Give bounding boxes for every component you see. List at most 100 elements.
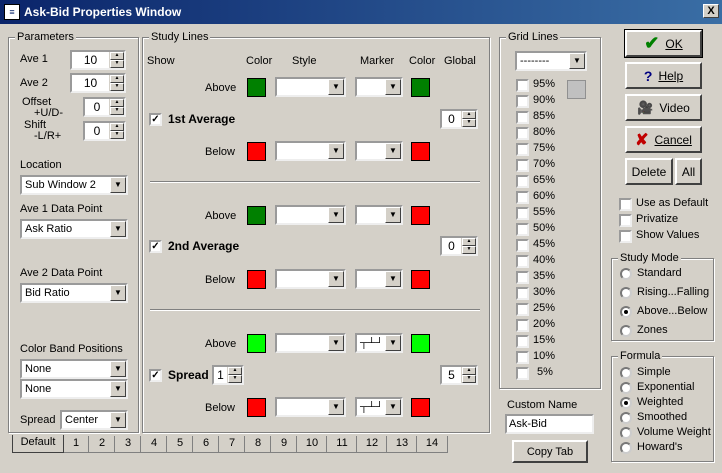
custom-name-input[interactable]: Ask-Bid xyxy=(505,414,594,434)
spin-up-icon[interactable]: ▲ xyxy=(462,367,476,375)
grid-level-checkbox[interactable] xyxy=(516,255,529,268)
grid-level-checkbox[interactable] xyxy=(516,95,529,108)
grid-level-checkbox[interactable] xyxy=(516,335,529,348)
above-marker-select[interactable]: ┬┴┘ ▼ xyxy=(355,333,403,353)
chevron-down-icon[interactable]: ▼ xyxy=(328,399,344,415)
tab-6[interactable]: 6 xyxy=(192,436,220,453)
color-band-select-2[interactable]: None ▼ xyxy=(20,379,128,399)
tab-10[interactable]: 10 xyxy=(296,436,328,453)
above-color2-swatch[interactable] xyxy=(411,334,430,353)
chevron-down-icon[interactable]: ▼ xyxy=(328,271,344,287)
all-button[interactable]: All xyxy=(675,158,702,185)
tab-12[interactable]: 12 xyxy=(356,436,388,453)
tab-5[interactable]: 5 xyxy=(166,436,194,453)
below-color-swatch[interactable] xyxy=(247,270,266,289)
spread-spinner[interactable]: 1 ▲ ▼ xyxy=(212,365,244,385)
tab-1[interactable]: 1 xyxy=(62,436,90,453)
spin-down-icon[interactable]: ▼ xyxy=(462,119,476,127)
tab-8[interactable]: 8 xyxy=(244,436,272,453)
below-color2-swatch[interactable] xyxy=(411,270,430,289)
ave1-datapoint-select[interactable]: Ask Ratio ▼ xyxy=(20,219,128,239)
grid-level-checkbox[interactable] xyxy=(516,271,529,284)
above-color-swatch[interactable] xyxy=(247,78,266,97)
grid-level-checkbox[interactable] xyxy=(516,175,529,188)
spread-select[interactable]: Center ▼ xyxy=(60,410,128,430)
grid-level-checkbox[interactable] xyxy=(516,191,529,204)
below-marker-select[interactable]: ┬┴┘ ▼ xyxy=(355,397,403,417)
location-select[interactable]: Sub Window 2 ▼ xyxy=(20,175,128,195)
above-color-swatch[interactable] xyxy=(247,206,266,225)
grid-level-checkbox[interactable] xyxy=(516,159,529,172)
below-style-select[interactable]: ▼ xyxy=(275,397,346,417)
study-mode-radio[interactable] xyxy=(620,287,632,299)
grid-level-checkbox[interactable] xyxy=(516,287,529,300)
show-2nd-average-checkbox[interactable]: ✓ xyxy=(149,240,162,253)
grid-level-checkbox[interactable] xyxy=(516,303,529,316)
grid-level-checkbox[interactable] xyxy=(516,207,529,220)
chevron-down-icon[interactable]: ▼ xyxy=(110,177,126,193)
tab-7[interactable]: 7 xyxy=(218,436,246,453)
grid-level-checkbox[interactable] xyxy=(516,127,529,140)
study-mode-radio[interactable] xyxy=(620,325,632,337)
chevron-down-icon[interactable]: ▼ xyxy=(110,221,126,237)
spin-down-icon[interactable]: ▼ xyxy=(462,246,476,254)
cancel-button[interactable]: ✘ Cancel xyxy=(625,126,702,153)
below-style-select[interactable]: ▼ xyxy=(275,269,346,289)
above-marker-select[interactable]: ▼ xyxy=(355,77,403,97)
above-color2-swatch[interactable] xyxy=(411,78,430,97)
spin-down-icon[interactable]: ▼ xyxy=(110,131,124,139)
grid-level-checkbox[interactable] xyxy=(516,239,529,252)
formula-radio[interactable] xyxy=(620,397,632,409)
spin-down-icon[interactable]: ▼ xyxy=(228,375,242,383)
spin-down-icon[interactable]: ▼ xyxy=(110,107,124,115)
tab-9[interactable]: 9 xyxy=(270,436,298,453)
grid-level-checkbox[interactable] xyxy=(516,111,529,124)
grid-style-select[interactable]: -------- ▼ xyxy=(515,51,587,71)
above-color2-swatch[interactable] xyxy=(411,206,430,225)
chevron-down-icon[interactable]: ▼ xyxy=(385,143,401,159)
tab-4[interactable]: 4 xyxy=(140,436,168,453)
tab-14[interactable]: 14 xyxy=(416,436,448,453)
below-color2-swatch[interactable] xyxy=(411,398,430,417)
below-style-select[interactable]: ▼ xyxy=(275,141,346,161)
above-style-select[interactable]: ▼ xyxy=(275,77,346,97)
offset-spinner[interactable]: 0 ▲ ▼ xyxy=(83,97,126,117)
chevron-down-icon[interactable]: ▼ xyxy=(385,335,401,351)
above-style-select[interactable]: ▼ xyxy=(275,205,346,225)
formula-radio[interactable] xyxy=(620,427,632,439)
spin-down-icon[interactable]: ▼ xyxy=(462,375,476,383)
chevron-down-icon[interactable]: ▼ xyxy=(328,143,344,159)
spin-up-icon[interactable]: ▲ xyxy=(110,123,124,131)
shift-spinner[interactable]: 0 ▲ ▼ xyxy=(83,121,126,141)
spin-down-icon[interactable]: ▼ xyxy=(110,60,124,68)
formula-radio[interactable] xyxy=(620,442,632,454)
grid-level-checkbox[interactable] xyxy=(516,79,529,92)
spin-up-icon[interactable]: ▲ xyxy=(110,75,124,83)
global-spinner-2[interactable]: 0 ▲ ▼ xyxy=(440,236,478,256)
formula-radio[interactable] xyxy=(620,367,632,379)
below-color-swatch[interactable] xyxy=(247,398,266,417)
chevron-down-icon[interactable]: ▼ xyxy=(569,53,585,69)
chevron-down-icon[interactable]: ▼ xyxy=(328,335,344,351)
spin-up-icon[interactable]: ▲ xyxy=(228,367,242,375)
grid-level-checkbox[interactable] xyxy=(516,351,529,364)
tab-13[interactable]: 13 xyxy=(386,436,418,453)
spin-up-icon[interactable]: ▲ xyxy=(462,238,476,246)
chevron-down-icon[interactable]: ▼ xyxy=(110,412,126,428)
global-spinner-3[interactable]: 5 ▲ ▼ xyxy=(440,365,478,385)
color-band-select-1[interactable]: None ▼ xyxy=(20,359,128,379)
help-button[interactable]: ? Help xyxy=(625,62,702,89)
grid-level-checkbox[interactable] xyxy=(516,319,529,332)
above-style-select[interactable]: ▼ xyxy=(275,333,346,353)
ave2-datapoint-select[interactable]: Bid Ratio ▼ xyxy=(20,283,128,303)
ave1-spinner[interactable]: 10 ▲ ▼ xyxy=(70,50,126,70)
grid-level-checkbox[interactable] xyxy=(516,143,529,156)
show-1st-average-checkbox[interactable]: ✓ xyxy=(149,113,162,126)
study-mode-radio[interactable] xyxy=(620,268,632,280)
show-values-checkbox[interactable] xyxy=(619,230,632,243)
chevron-down-icon[interactable]: ▼ xyxy=(385,271,401,287)
privatize-checkbox[interactable] xyxy=(619,214,632,227)
tab-11[interactable]: 11 xyxy=(326,436,358,453)
chevron-down-icon[interactable]: ▼ xyxy=(385,79,401,95)
below-marker-select[interactable]: ▼ xyxy=(355,269,403,289)
